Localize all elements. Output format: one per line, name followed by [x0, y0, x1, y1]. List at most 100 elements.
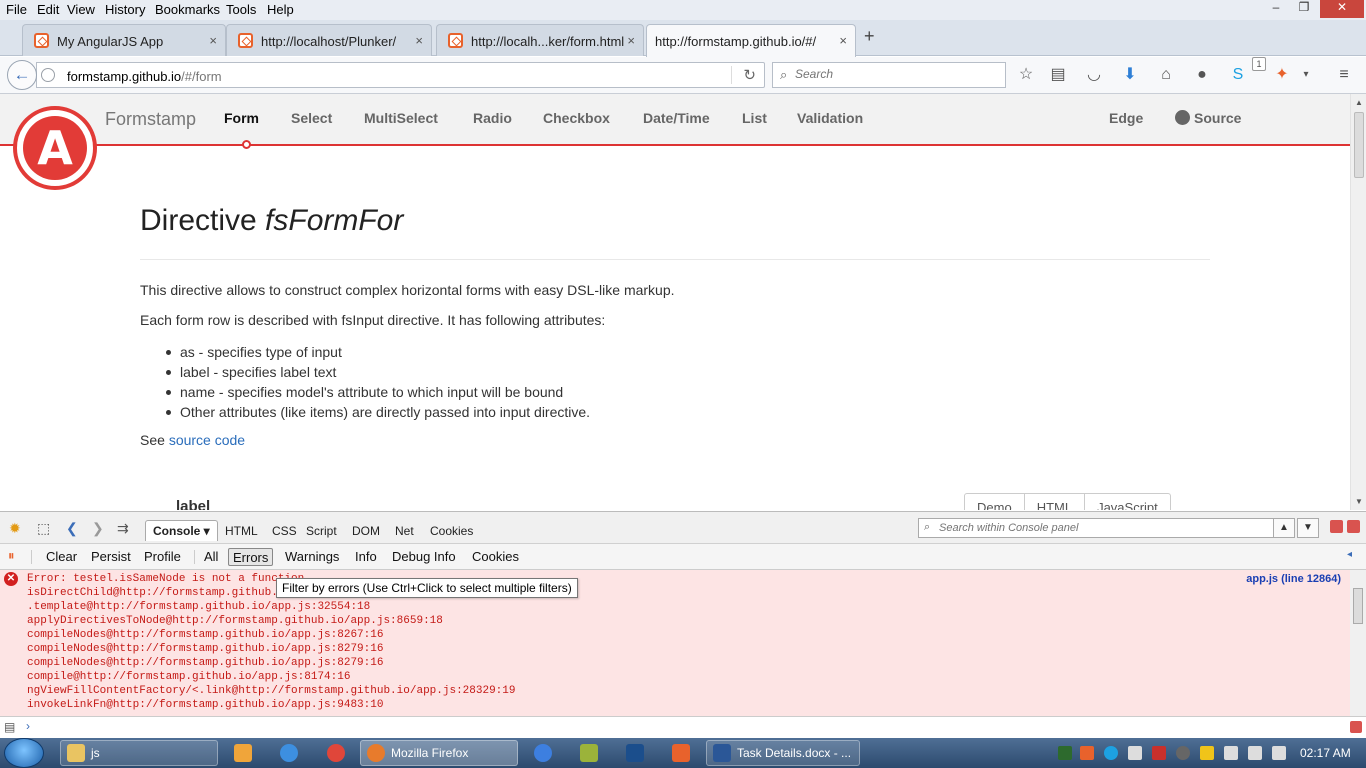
filter-all[interactable]: All [200, 548, 222, 566]
log-line[interactable]: .template@http://formstamp.github.io/app… [27, 601, 370, 613]
update-tray-icon[interactable] [1176, 746, 1190, 760]
brand-name[interactable]: Formstamp [105, 109, 196, 130]
menu-help[interactable]: Help [267, 2, 294, 17]
menu-tools[interactable]: Tools [226, 2, 256, 17]
media-player-icon[interactable] [234, 744, 252, 762]
home-icon[interactable]: ⌂ [1156, 65, 1176, 85]
shield-tray-icon[interactable] [1058, 746, 1072, 760]
reading-list-icon[interactable]: ▤ [1048, 65, 1068, 85]
search-next-button[interactable]: ▼ [1297, 518, 1319, 538]
chat-icon[interactable]: ● [1192, 65, 1212, 85]
clear-button[interactable]: Clear [42, 548, 81, 566]
source-code-link[interactable]: source code [169, 432, 245, 448]
tab-close-icon[interactable]: × [209, 33, 217, 48]
tab-my-angularjs-app[interactable]: My AngularJS App × [22, 24, 226, 56]
keyboard-tray-icon[interactable] [1272, 746, 1286, 760]
close-firebug-icon[interactable] [1347, 520, 1360, 533]
log-line[interactable]: compileNodes@http://formstamp.github.io/… [27, 643, 383, 655]
xampp-icon[interactable] [672, 744, 690, 762]
minimize-button[interactable]: – [1262, 0, 1290, 18]
menu-history[interactable]: History [105, 2, 145, 17]
filter-warnings[interactable]: Warnings [281, 548, 343, 566]
skype-icon[interactable]: S [1228, 65, 1248, 85]
search-prev-button[interactable]: ▲ [1273, 518, 1295, 538]
dropdown-icon[interactable]: ▾ [1296, 65, 1316, 85]
chrome-icon[interactable] [327, 744, 345, 762]
minimize-firebug-icon[interactable] [1330, 520, 1343, 533]
volume-tray-icon[interactable] [1248, 746, 1262, 760]
menu-file[interactable]: File [6, 2, 27, 17]
maximize-button[interactable]: ❐ [1290, 0, 1318, 18]
panel-toggle-icon[interactable]: ◂ [1347, 549, 1352, 560]
profile-button[interactable]: Profile [140, 548, 185, 566]
fb-tab-html[interactable]: HTML [225, 524, 258, 538]
addon-icon[interactable]: ✦ [1272, 65, 1292, 85]
nav-source[interactable]: Source [1175, 110, 1241, 126]
log-line[interactable]: compile@http://formstamp.github.io/app.j… [27, 671, 350, 683]
tab-localhost-plunker[interactable]: http://localhost/Plunker/ × [226, 24, 432, 56]
tab-close-icon[interactable]: × [415, 33, 423, 48]
nav-multiselect[interactable]: MultiSelect [364, 110, 438, 126]
command-menu-icon[interactable]: ▤ [4, 720, 15, 734]
star-icon[interactable]: ☆ [1016, 65, 1036, 85]
nav-select[interactable]: Select [291, 110, 332, 126]
nav-edge[interactable]: Edge [1109, 110, 1143, 126]
fb-tab-css[interactable]: CSS [272, 524, 297, 538]
nav-validation[interactable]: Validation [797, 110, 863, 126]
chromium-icon[interactable] [534, 744, 552, 762]
page-scrollbar[interactable]: ▲ ▼ [1350, 94, 1366, 510]
fb-tab-net[interactable]: Net [395, 524, 414, 538]
search-bar[interactable]: ⌕ [772, 62, 1006, 88]
skype-tray-icon[interactable] [1104, 746, 1118, 760]
tab-close-icon[interactable]: × [839, 33, 847, 48]
url-bar[interactable]: formstamp.github.io/#/form ↻ [36, 62, 765, 88]
persist-button[interactable]: Persist [87, 548, 135, 566]
tab-html[interactable]: HTML [1025, 494, 1086, 510]
download-icon[interactable]: ⬇ [1120, 65, 1140, 85]
tab-demo[interactable]: Demo [965, 494, 1025, 510]
ie-icon[interactable] [280, 744, 298, 762]
nav-datetime[interactable]: Date/Time [643, 110, 710, 126]
menu-view[interactable]: View [67, 2, 95, 17]
back-icon[interactable]: ❮ [66, 520, 78, 537]
console-search[interactable]: ⌕ [918, 518, 1274, 538]
inspect-icon[interactable]: ⬚ [37, 520, 50, 537]
firebug-icon[interactable]: ✹ [9, 520, 21, 537]
search-input[interactable] [795, 67, 995, 81]
menu-edit[interactable]: Edit [37, 2, 59, 17]
tab-close-icon[interactable]: × [627, 33, 635, 48]
filter-info[interactable]: Info [351, 548, 381, 566]
command-line[interactable]: ▤ › [0, 716, 1366, 738]
antivirus-tray-icon[interactable] [1152, 746, 1166, 760]
console-search-input[interactable] [939, 522, 1259, 534]
pocket-icon[interactable]: ◡ [1084, 65, 1104, 85]
filter-debug-info[interactable]: Debug Info [388, 548, 460, 566]
system-clock[interactable]: 02:17 AM [1300, 746, 1351, 760]
nav-list[interactable]: List [742, 110, 767, 126]
filter-cookies[interactable]: Cookies [468, 548, 523, 566]
fb-tab-script[interactable]: Script [306, 524, 337, 538]
pause-on-errors-icon[interactable]: ⏸ [8, 548, 15, 564]
log-source-link[interactable]: app.js (line 12864) [1246, 573, 1341, 585]
angular-logo[interactable]: A [13, 106, 97, 190]
forward-icon[interactable]: ❯ [92, 520, 104, 537]
filter-errors[interactable]: Errors [228, 548, 274, 566]
xampp-tray-icon[interactable] [1080, 746, 1094, 760]
scroll-up-icon[interactable]: ▲ [1355, 98, 1363, 107]
command-editor-icon[interactable]: ⇉ [117, 520, 129, 537]
close-window-button[interactable]: ✕ [1320, 0, 1364, 18]
log-line[interactable]: invokeLinkFn@http://formstamp.github.io/… [27, 699, 383, 711]
nav-radio[interactable]: Radio [473, 110, 512, 126]
log-line[interactable]: applyDirectivesToNode@http://formstamp.g… [27, 615, 443, 627]
taskbar-explorer[interactable]: js [60, 740, 218, 766]
tab-form-html[interactable]: http://localh...ker/form.html × [436, 24, 644, 56]
log-line[interactable]: compileNodes@http://formstamp.github.io/… [27, 629, 383, 641]
nav-form[interactable]: Form [224, 110, 259, 126]
taskbar-firefox[interactable]: Mozilla Firefox [360, 740, 518, 766]
photoshop-icon[interactable] [626, 744, 644, 762]
new-tab-button[interactable]: + [864, 26, 875, 47]
back-button[interactable]: ← [7, 60, 37, 90]
fb-tab-dom[interactable]: DOM [352, 524, 380, 538]
taskbar-word[interactable]: Task Details.docx - ... [706, 740, 860, 766]
scrollbar-thumb[interactable] [1354, 112, 1364, 178]
